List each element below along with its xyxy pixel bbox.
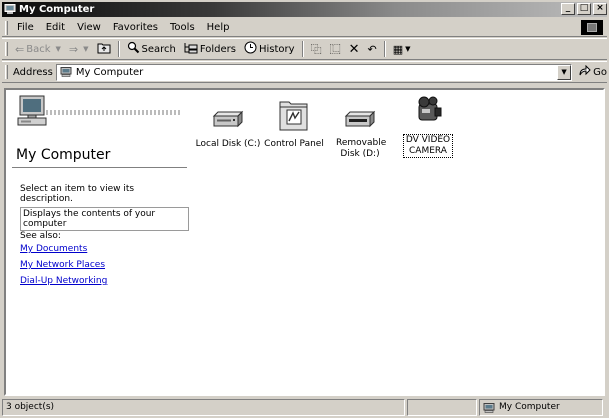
folders-button[interactable]: Folders: [180, 39, 240, 59]
copy-to-button[interactable]: ⿺: [326, 39, 345, 59]
undo-icon: ↶: [367, 42, 377, 56]
menu-favorites[interactable]: Favorites: [107, 22, 164, 33]
web-view-panel: My Computer Select an item to view its d…: [6, 90, 189, 394]
toolbar-grip[interactable]: [5, 42, 8, 56]
description-text: Select an item to view its description.: [20, 184, 135, 204]
my-computer-large-icon: [16, 94, 50, 128]
link-my-documents[interactable]: My Documents: [20, 244, 87, 254]
close-button[interactable]: ×: [593, 3, 607, 15]
video-camera-icon: [411, 90, 445, 130]
folder-view[interactable]: My Computer Select an item to view its d…: [4, 88, 605, 396]
go-arrow-icon: [578, 64, 591, 80]
go-button[interactable]: Go: [578, 64, 607, 80]
search-icon: [127, 41, 140, 57]
my-computer-icon: [4, 4, 16, 15]
title-divider: [12, 167, 187, 168]
menu-edit[interactable]: Edit: [40, 22, 71, 33]
address-dropdown-button[interactable]: ▼: [557, 64, 572, 80]
forward-dropdown-icon[interactable]: ▼: [83, 44, 88, 55]
address-bar: Address ▼ Go: [2, 61, 607, 83]
delete-button[interactable]: ✕: [345, 39, 364, 59]
address-combobox[interactable]: ▼: [55, 63, 573, 81]
back-button[interactable]: ⇐ Back ▼: [11, 39, 65, 59]
forward-button[interactable]: ⇒ ▼: [65, 39, 93, 59]
item-label: DV VIDEO CAMERA: [403, 134, 453, 158]
status-empty-pane: [407, 399, 477, 416]
menu-tools[interactable]: Tools: [164, 22, 201, 33]
up-button[interactable]: [93, 39, 115, 59]
delete-x-icon: ✕: [348, 41, 360, 57]
address-label: Address: [13, 66, 53, 78]
folders-icon: [184, 42, 198, 57]
back-dropdown-icon[interactable]: ▼: [56, 44, 61, 55]
search-button[interactable]: Search: [123, 39, 180, 59]
menu-grip[interactable]: [5, 20, 8, 35]
menu-bar: File Edit View Favorites Tools Help: [2, 19, 607, 37]
hard-disk-icon: [211, 104, 245, 134]
status-zone-label: My Computer: [499, 402, 560, 412]
address-grip[interactable]: [5, 65, 8, 79]
item-label: Removable Disk (D:): [336, 138, 387, 159]
item-label: Local Disk (C:): [195, 139, 261, 149]
link-dial-up-networking[interactable]: Dial-Up Networking: [20, 276, 107, 286]
search-label: Search: [141, 43, 176, 55]
my-computer-small-icon: [60, 67, 72, 77]
see-also-label: See also:: [20, 231, 61, 241]
views-dropdown-icon[interactable]: ▼: [405, 44, 410, 55]
undo-button[interactable]: ↶: [363, 39, 380, 59]
toolbar-separator: [301, 41, 304, 57]
my-computer-window: My Computer _ □ × File Edit View Favorit…: [0, 0, 609, 418]
go-label: Go: [593, 66, 607, 78]
zone-computer-icon: [483, 402, 495, 413]
up-folder-icon: [97, 42, 111, 57]
toolbar-separator: [383, 41, 386, 57]
item-control-panel[interactable]: Control Panel: [259, 94, 329, 150]
menu-view[interactable]: View: [71, 22, 107, 33]
toolbar-separator: [117, 41, 120, 57]
menu-file[interactable]: File: [11, 22, 40, 33]
icon-view: Local Disk (C:) Control Panel Removable …: [189, 90, 603, 394]
menu-help[interactable]: Help: [201, 22, 236, 33]
control-panel-icon: [277, 94, 311, 134]
history-icon: [244, 41, 257, 57]
removable-disk-icon: [343, 104, 377, 134]
item-dv-video-camera[interactable]: DV VIDEO CAMERA: [393, 90, 463, 158]
status-bar: 3 object(s) My Computer: [2, 399, 607, 416]
forward-arrow-icon: ⇒: [68, 42, 79, 56]
status-object-count: 3 object(s): [6, 402, 55, 412]
address-input[interactable]: [75, 66, 556, 78]
standard-toolbar: ⇐ Back ▼ ⇒ ▼ Search Folders History ⿻ ⿺ …: [2, 38, 607, 60]
move-to-icon: ⿻: [310, 42, 322, 56]
header-band: [42, 110, 182, 115]
item-local-disk-c[interactable]: Local Disk (C:): [193, 104, 263, 150]
copy-to-icon: ⿺: [329, 42, 341, 56]
views-button[interactable]: ▦ ▼: [389, 39, 415, 59]
item-label: Control Panel: [264, 139, 324, 149]
views-grid-icon: ▦: [392, 42, 404, 56]
info-tip: Displays the contents of your computer: [20, 207, 189, 231]
status-objects-pane: 3 object(s): [2, 399, 405, 416]
page-title: My Computer: [16, 147, 111, 163]
move-to-button[interactable]: ⿻: [307, 39, 326, 59]
windows-logo-throbber: [581, 20, 603, 35]
link-my-network-places[interactable]: My Network Places: [20, 260, 105, 270]
history-button[interactable]: History: [240, 39, 299, 59]
window-title: My Computer: [19, 4, 95, 15]
back-arrow-icon: ⇐: [15, 42, 25, 56]
title-bar[interactable]: My Computer _ □ ×: [2, 2, 607, 17]
back-label: Back: [26, 43, 51, 55]
status-zone-pane: My Computer: [479, 399, 603, 416]
folders-label: Folders: [199, 43, 236, 55]
windows-flag-icon: [587, 23, 597, 32]
item-removable-disk-d[interactable]: Removable Disk (D:): [325, 104, 395, 160]
maximize-button[interactable]: □: [577, 3, 591, 15]
history-label: History: [258, 43, 295, 55]
header-graphic: [12, 94, 182, 144]
minimize-button[interactable]: _: [561, 3, 575, 15]
